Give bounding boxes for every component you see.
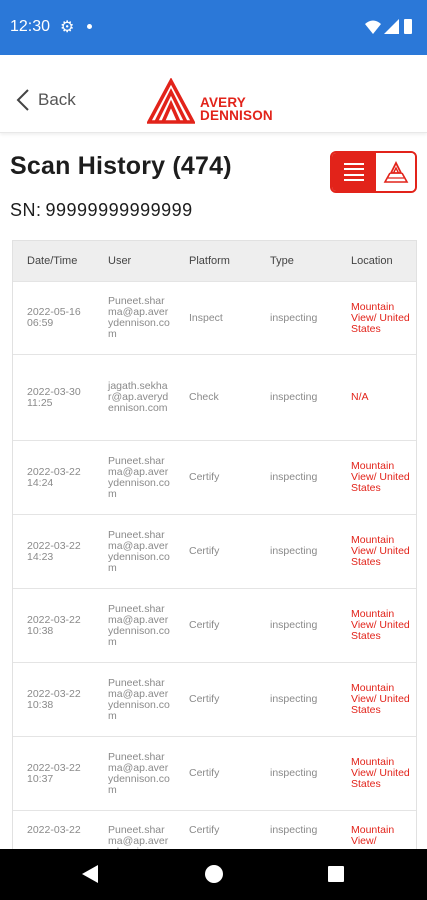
table-row[interactable]: 2022-03-22 14:23 Puneet.sharma@ap.averyd… — [13, 514, 416, 588]
cell-date: 2022-03-22 14:24 — [27, 465, 81, 489]
cell-type: inspecting — [270, 693, 318, 705]
cell-location: Mountain View/ United States — [351, 534, 410, 568]
table-header: Date/Time User Platform Type Location — [13, 241, 416, 281]
cell-date: 2022-03-30 11:25 — [27, 385, 81, 409]
navigation-bar — [0, 849, 427, 900]
cell-platform: Certify — [189, 545, 220, 557]
cell-platform: Certify — [189, 471, 220, 483]
header-location: Location — [351, 255, 393, 267]
cell-location: N/A — [351, 391, 369, 403]
map-view-icon — [383, 161, 408, 183]
sn-value: 99999999999999 — [45, 200, 193, 220]
nav-recents-icon[interactable] — [328, 866, 344, 882]
cell-user: Puneet.sharma@ap.averydennison.com — [108, 295, 170, 340]
table-row[interactable]: 2022-03-22 Puneet.sharma@ap.averydenniso… — [13, 810, 416, 850]
cell-platform: Check — [189, 391, 219, 403]
back-label: Back — [38, 90, 76, 109]
sn-label: SN: — [10, 200, 42, 220]
header-user: User — [108, 255, 132, 267]
cell-date: 2022-03-22 10:37 — [27, 761, 81, 785]
nav-home-icon[interactable] — [205, 865, 223, 883]
scan-history-table: Date/Time User Platform Type Location 20… — [12, 240, 417, 850]
logo-mark-icon — [147, 78, 195, 124]
cell-user: Puneet.sharma@ap.averydennison.com — [108, 602, 170, 648]
cell-location: Mountain View/ United States — [351, 608, 410, 642]
battery-icon — [404, 19, 412, 34]
page-title: Scan History (474) — [10, 152, 232, 180]
cell-user: Puneet.sharma@ap.averydennison.com — [108, 454, 170, 500]
status-time: 12:30 — [10, 18, 51, 35]
cell-type: inspecting — [270, 824, 318, 836]
cell-user: jagath.sekhar@ap.averydennison.com — [108, 380, 169, 414]
chevron-left-icon — [16, 89, 29, 111]
serial-number: SN: 99999999999999 — [10, 200, 193, 221]
table-row[interactable]: 2022-05-16 06:59 Puneet.sharma@ap.averyd… — [13, 281, 416, 354]
view-toggle — [330, 151, 417, 193]
header-type: Type — [270, 255, 294, 267]
table-row[interactable]: 2022-03-22 10:37 Puneet.sharma@ap.averyd… — [13, 736, 416, 810]
cell-location: Mountain View/ United States — [351, 756, 410, 790]
cell-platform: Certify — [189, 619, 220, 631]
cell-type: inspecting — [270, 391, 318, 403]
table-row[interactable]: 2022-03-30 11:25 jagath.sekhar@ap.averyd… — [13, 354, 416, 440]
cell-platform: Certify — [189, 824, 220, 836]
cell-user: Puneet.sharma@ap.averydennison.com — [108, 750, 170, 796]
list-view-button[interactable] — [332, 153, 376, 191]
table-row[interactable]: 2022-03-22 10:38 Puneet.sharma@ap.averyd… — [13, 662, 416, 736]
app-header: Back AVERY DENNISON — [0, 55, 427, 133]
header-platform: Platform — [189, 255, 230, 267]
cell-type: inspecting — [270, 471, 318, 483]
cell-user: Puneet.sharma@ap.averydennison.com — [108, 676, 170, 722]
wifi-icon — [365, 20, 381, 34]
status-bar: 12:30 ⚙ — [0, 0, 427, 55]
cell-type: inspecting — [270, 311, 318, 324]
logo-text: AVERY DENNISON — [200, 96, 273, 123]
notification-dot-icon — [87, 24, 92, 29]
cell-date: 2022-03-22 — [27, 824, 81, 836]
cell-platform: Certify — [189, 693, 220, 705]
map-view-button[interactable] — [376, 153, 415, 191]
cell-type: inspecting — [270, 767, 318, 779]
signal-icon — [384, 19, 399, 34]
table-row[interactable]: 2022-03-22 10:38 Puneet.sharma@ap.averyd… — [13, 588, 416, 662]
cell-user: Puneet.sharma@ap.averydennison.com — [108, 824, 170, 850]
cell-location: Mountain View/ United States — [351, 460, 410, 494]
cell-location: Mountain View/ United States — [351, 300, 410, 335]
cell-type: inspecting — [270, 545, 318, 557]
cell-date: 2022-03-22 10:38 — [27, 613, 81, 637]
cell-date: 2022-05-16 06:59 — [27, 306, 81, 329]
cell-platform: Certify — [189, 767, 220, 779]
cell-type: inspecting — [270, 619, 318, 631]
cell-date: 2022-03-22 10:38 — [27, 687, 81, 711]
back-button[interactable]: Back — [16, 89, 76, 111]
logo-line-2: DENNISON — [200, 108, 273, 123]
cell-user: Puneet.sharma@ap.averydennison.com — [108, 528, 170, 574]
gear-icon: ⚙ — [60, 19, 75, 36]
status-icons — [365, 18, 415, 36]
header-date: Date/Time — [27, 255, 78, 267]
cell-location: Mountain View/ — [351, 824, 395, 847]
table-row[interactable]: 2022-03-22 14:24 Puneet.sharma@ap.averyd… — [13, 440, 416, 514]
list-view-icon — [344, 163, 364, 181]
cell-date: 2022-03-22 14:23 — [27, 539, 81, 563]
avery-dennison-logo: AVERY DENNISON — [147, 78, 287, 124]
cell-location: Mountain View/ United States — [351, 682, 410, 716]
nav-back-icon[interactable] — [82, 865, 98, 883]
cell-platform: Inspect — [189, 311, 223, 324]
